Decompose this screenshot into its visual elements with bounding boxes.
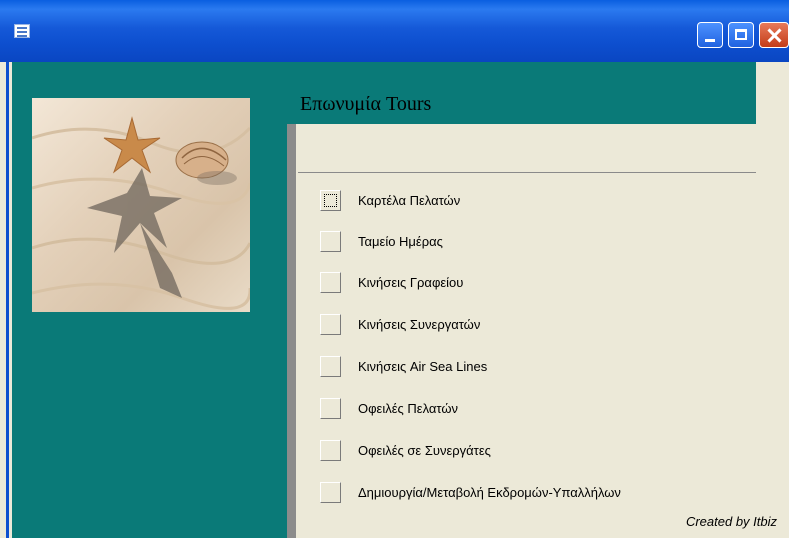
customer-debts-button[interactable]	[320, 398, 341, 419]
partner-debts-button[interactable]	[320, 440, 341, 461]
menu-item-label: Δημιουργία/Μεταβολή Εκδρομών-Υπαλλήλων	[358, 485, 621, 500]
partner-transactions-button[interactable]	[320, 314, 341, 335]
maximize-icon	[735, 29, 747, 40]
minimize-icon	[705, 39, 715, 42]
divider-strip	[287, 124, 296, 538]
application-window: Επωνυμία Tours Καρτέλα Πελατών Ταμείο Ημ…	[0, 0, 789, 538]
beach-image	[32, 98, 250, 312]
minimize-button[interactable]	[697, 22, 723, 48]
separator-line	[298, 172, 756, 173]
form-icon[interactable]	[14, 24, 30, 38]
menu-item-label: Οφειλές σε Συνεργάτες	[358, 443, 491, 458]
tours-employees-button[interactable]	[320, 482, 341, 503]
window-frame-left	[0, 62, 12, 538]
page-title: Επωνυμία Tours	[300, 93, 432, 115]
menu-item-label: Οφειλές Πελατών	[358, 401, 459, 416]
maximize-button[interactable]	[728, 22, 754, 48]
customer-card-button[interactable]	[320, 190, 341, 211]
daily-cash-button[interactable]	[320, 231, 341, 252]
menu-item-label: Κινήσεις Συνεργατών	[358, 317, 481, 332]
credit-text: Created by Itbiz	[685, 514, 777, 529]
office-transactions-button[interactable]	[320, 272, 341, 293]
menu-item-label: Κινήσεις Air Sea Lines	[358, 359, 488, 374]
close-button[interactable]	[759, 22, 789, 48]
air-sea-lines-button[interactable]	[320, 356, 341, 377]
menu-item-label: Καρτέλα Πελατών	[358, 193, 461, 208]
menu-item-label: Ταμείο Ημέρας	[358, 234, 443, 249]
menu-item-label: Κινήσεις Γραφείου	[358, 275, 464, 290]
title-bar[interactable]	[0, 0, 789, 62]
